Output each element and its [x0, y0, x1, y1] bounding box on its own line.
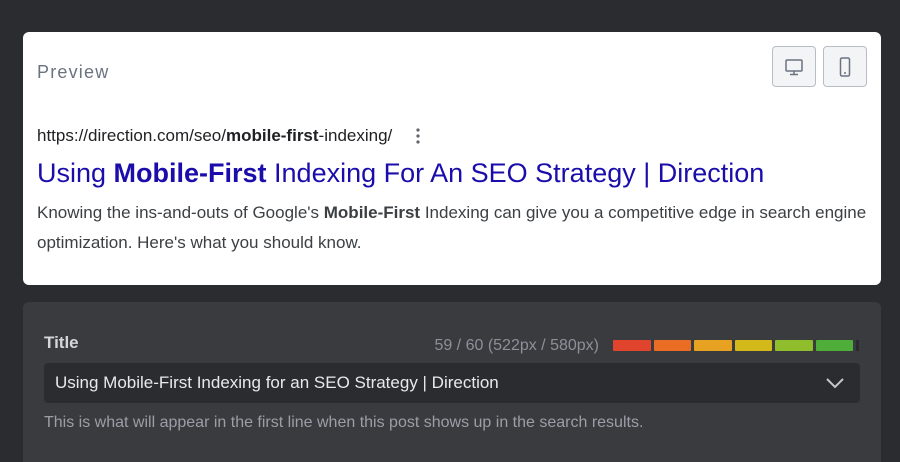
- desc-keyword: Mobile-First: [323, 203, 421, 222]
- title-suffix: Indexing For An SEO Strategy | Direction: [266, 158, 765, 188]
- desktop-preview-button[interactable]: [772, 46, 816, 87]
- desktop-icon: [785, 58, 803, 75]
- preview-heading: Preview: [37, 62, 110, 82]
- url-prefix: https://direction.com/seo/: [37, 126, 226, 145]
- meter-segment: [775, 340, 813, 351]
- meter-segment: [815, 340, 853, 351]
- url-suffix: -indexing/: [318, 126, 393, 145]
- title-keyword: Mobile-First: [113, 158, 267, 188]
- title-length-meter: [613, 340, 859, 351]
- mobile-icon: [839, 56, 851, 77]
- result-description: Knowing the ins-and-outs of Google's Mob…: [37, 198, 867, 258]
- meter-segment: [653, 340, 691, 351]
- result-title-link[interactable]: Using Mobile-First Indexing For An SEO S…: [37, 158, 764, 189]
- result-url: https://direction.com/seo/mobile-first -i…: [37, 126, 420, 146]
- title-field-label: Title: [44, 333, 79, 352]
- title-field-panel: Title 59 / 60 (522px / 580px) Using Mobi…: [23, 302, 881, 462]
- title-select-value: Using Mobile-First Indexing for an SEO S…: [55, 373, 499, 392]
- title-length-counter: 59 / 60 (522px / 580px): [434, 337, 599, 354]
- preview-card: Preview https://direction.com/seo/mobile…: [23, 32, 881, 285]
- more-options-icon[interactable]: [416, 128, 420, 144]
- meter-segment: [734, 340, 772, 351]
- title-select[interactable]: Using Mobile-First Indexing for an SEO S…: [44, 363, 860, 403]
- meter-segment: [613, 340, 651, 351]
- url-keyword: mobile-first: [225, 126, 319, 145]
- title-prefix: Using: [37, 158, 114, 188]
- desc-prefix: Knowing the ins-and-outs of Google's: [37, 203, 324, 222]
- mobile-preview-button[interactable]: [823, 46, 867, 87]
- title-help-text: This is what will appear in the first li…: [44, 414, 644, 431]
- meter-end-cap: [856, 340, 859, 351]
- meter-segment: [694, 340, 732, 351]
- chevron-down-icon[interactable]: [825, 376, 845, 390]
